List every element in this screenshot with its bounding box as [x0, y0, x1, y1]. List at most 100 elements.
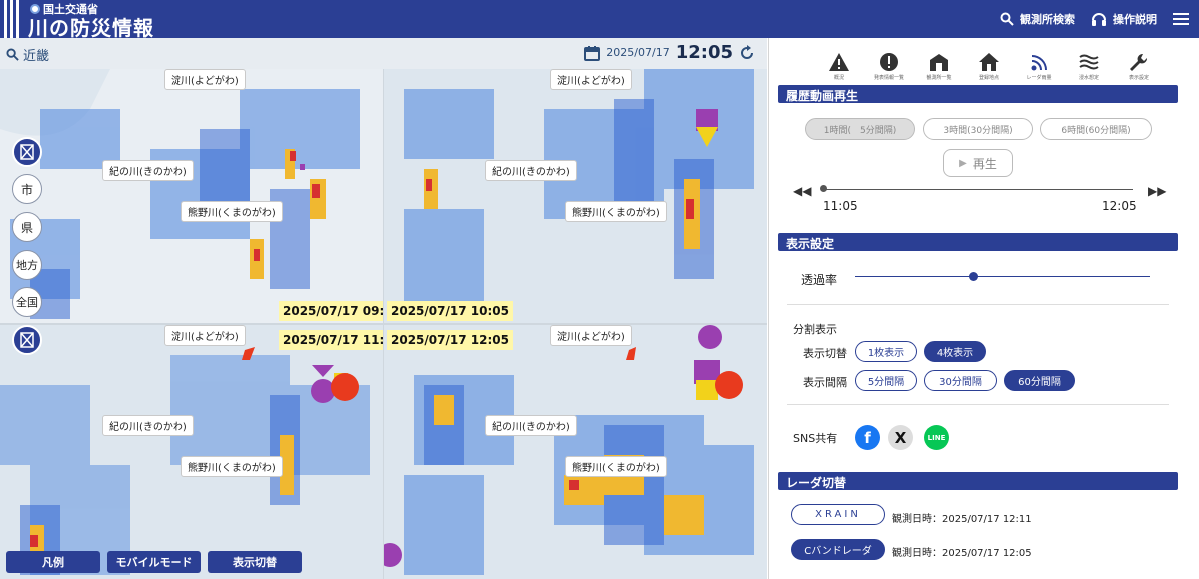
nav-alerts[interactable]: 発表情報一覧 — [869, 52, 909, 81]
river-label-kino[interactable]: 紀の川(きのかわ) — [485, 415, 577, 436]
cband-button[interactable]: Cバンドレーダ — [791, 539, 885, 560]
range-3h-button[interactable]: 3時間(30分間隔) — [923, 118, 1033, 140]
interval-5-button[interactable]: 5分間隔 — [855, 370, 917, 391]
timeline-thumb[interactable] — [820, 185, 827, 192]
nav-registered[interactable]: 登録地点 — [969, 52, 1009, 81]
opacity-slider-thumb[interactable] — [969, 272, 978, 281]
timestamp-1: 2025/07/17 09:05 — [279, 301, 383, 321]
split-label: 分割表示 — [793, 323, 837, 336]
river-label-yodo[interactable]: 淀川(よどがわ) — [164, 69, 246, 90]
xrain-time: 観測日時：2025/07/17 12:11 — [892, 514, 1032, 525]
map-toolbar: 近畿 2025/07/17 12:05 — [0, 38, 767, 69]
divider — [787, 304, 1169, 305]
calendar-icon[interactable] — [584, 45, 601, 61]
interval-60-button[interactable]: 60分間隔 — [1004, 370, 1075, 391]
map-clock: 12:05 — [675, 42, 733, 63]
timeline-track[interactable] — [823, 189, 1133, 190]
river-label-kumano[interactable]: 熊野川(くまのがわ) — [181, 201, 283, 222]
xrain-button[interactable]: XRAIN — [791, 504, 885, 525]
radar-icon — [1031, 55, 1047, 71]
map-time: 2025/07/17 12:05 — [584, 42, 755, 63]
river-label-kumano[interactable]: 熊野川(くまのがわ) — [565, 201, 667, 222]
sns-label: SNS共有 — [793, 432, 838, 445]
history-section-title: 履歴動画再生 — [778, 85, 1178, 103]
river-label-yodo[interactable]: 淀川(よどがわ) — [550, 325, 632, 346]
region-selector[interactable]: 近畿 — [6, 45, 49, 64]
divider — [787, 404, 1169, 405]
river-label-kino[interactable]: 紀の川(きのかわ) — [102, 415, 194, 436]
forward-button[interactable]: ▶▶ — [1148, 184, 1166, 198]
header-stripes — [4, 0, 22, 38]
warning-icon — [829, 53, 849, 71]
facebook-share-button[interactable]: f — [855, 425, 880, 450]
river-label-kumano[interactable]: 熊野川(くまのがわ) — [565, 456, 667, 477]
scale-prefecture-button[interactable]: 県 — [12, 212, 42, 242]
nav-settings[interactable]: 表示設定 — [1119, 52, 1159, 81]
home-icon — [979, 53, 999, 71]
x-icon: X — [894, 428, 907, 447]
site-title[interactable]: 川の防災情報 — [28, 12, 154, 41]
station-search-button[interactable]: 観測所検索 — [1000, 11, 1075, 27]
panel-nav: 概況 発表情報一覧 観測所一覧 登録地点 レーダ雨量 浸水想定 表示設定 — [819, 52, 1159, 81]
alert-icon — [880, 53, 898, 71]
range-6h-button[interactable]: 6時間(60分間隔) — [1040, 118, 1152, 140]
headset-icon — [1092, 13, 1106, 26]
help-button[interactable]: 操作説明 — [1091, 11, 1157, 27]
cband-time: 観測日時：2025/07/17 12:05 — [892, 548, 1032, 559]
mobile-mode-button[interactable]: モバイルモード — [107, 551, 201, 573]
river-label-kumano[interactable]: 熊野川(くまのがわ) — [181, 456, 283, 477]
single-view-button[interactable]: 1枚表示 — [855, 341, 917, 362]
display-toggle-button[interactable]: 表示切替 — [208, 551, 302, 573]
layer-toggle-top-button[interactable] — [12, 137, 42, 167]
river-label-yodo[interactable]: 淀川(よどがわ) — [164, 325, 246, 346]
nav-overview[interactable]: 概況 — [819, 52, 859, 81]
scale-city-button[interactable]: 市 — [12, 174, 42, 204]
radar-section-title: レーダ切替 — [778, 472, 1178, 490]
map-panel-3[interactable]: 淀川(よどがわ) 紀の川(きのかわ) 熊野川(くまのがわ) 2025/07/17… — [0, 325, 383, 579]
interval-30-button[interactable]: 30分間隔 — [924, 370, 997, 391]
quad-view-button[interactable]: 4枚表示 — [924, 341, 986, 362]
wrench-icon — [1130, 53, 1148, 71]
line-icon: LINE — [927, 433, 946, 442]
opacity-label: 透過率 — [801, 273, 838, 287]
map-panel-2[interactable]: 淀川(よどがわ) 紀の川(きのかわ) 熊野川(くまのがわ) 2025/07/17… — [384, 69, 767, 323]
map-panel-4[interactable]: 淀川(よどがわ) 紀の川(きのかわ) 熊野川(くまのがわ) 2025/07/17… — [384, 325, 767, 579]
facebook-icon: f — [864, 428, 871, 447]
range-1h-button[interactable]: 1時間( 5分間隔) — [805, 118, 915, 140]
refresh-icon[interactable] — [739, 44, 755, 61]
nav-stations[interactable]: 観測所一覧 — [919, 52, 959, 81]
timestamp-3: 2025/07/17 11:05 — [279, 330, 383, 350]
timestamp-2: 2025/07/17 10:05 — [387, 301, 513, 321]
menu-icon[interactable] — [1173, 13, 1189, 25]
scale-nation-button[interactable]: 全国 — [12, 287, 42, 317]
search-icon — [6, 48, 19, 61]
nav-flood[interactable]: 浸水想定 — [1069, 52, 1109, 81]
layer-toggle-bottom-button[interactable] — [12, 325, 42, 355]
building-icon — [930, 54, 948, 71]
layers-icon — [20, 144, 34, 160]
display-section-title: 表示設定 — [778, 233, 1178, 251]
play-icon: ▶ — [959, 157, 967, 169]
line-share-button[interactable]: LINE — [924, 425, 949, 450]
map-panel-1[interactable]: 淀川(よどがわ) 紀の川(きのかわ) 熊野川(くまのがわ) 2025/07/17… — [0, 69, 383, 323]
interval-label: 表示間隔 — [803, 376, 847, 389]
x-share-button[interactable]: X — [888, 425, 913, 450]
header: 国土交通省 川の防災情報 観測所検索 操作説明 — [0, 0, 1199, 41]
play-button[interactable]: ▶ 再生 — [943, 149, 1013, 177]
river-label-yodo[interactable]: 淀川(よどがわ) — [550, 69, 632, 90]
nav-radar[interactable]: レーダ雨量 — [1019, 52, 1059, 81]
scale-region-button[interactable]: 地方 — [12, 250, 42, 280]
opacity-slider-track[interactable] — [855, 276, 1150, 277]
river-label-kino[interactable]: 紀の川(きのかわ) — [102, 160, 194, 181]
timeline-start: 11:05 — [823, 199, 858, 213]
river-label-kino[interactable]: 紀の川(きのかわ) — [485, 160, 577, 181]
search-icon — [1000, 12, 1014, 26]
layers-icon — [20, 332, 34, 348]
legend-button[interactable]: 凡例 — [6, 551, 100, 573]
switch-label: 表示切替 — [803, 347, 847, 360]
settings-panel: 概況 発表情報一覧 観測所一覧 登録地点 レーダ雨量 浸水想定 表示設定 履歴動… — [768, 38, 1199, 579]
radar-map-area[interactable]: 淀川(よどがわ) 紀の川(きのかわ) 熊野川(くまのがわ) 2025/07/17… — [0, 69, 767, 579]
rewind-button[interactable]: ◀◀ — [793, 184, 811, 198]
timeline-end: 12:05 — [1102, 199, 1137, 213]
waves-icon — [1079, 54, 1099, 70]
